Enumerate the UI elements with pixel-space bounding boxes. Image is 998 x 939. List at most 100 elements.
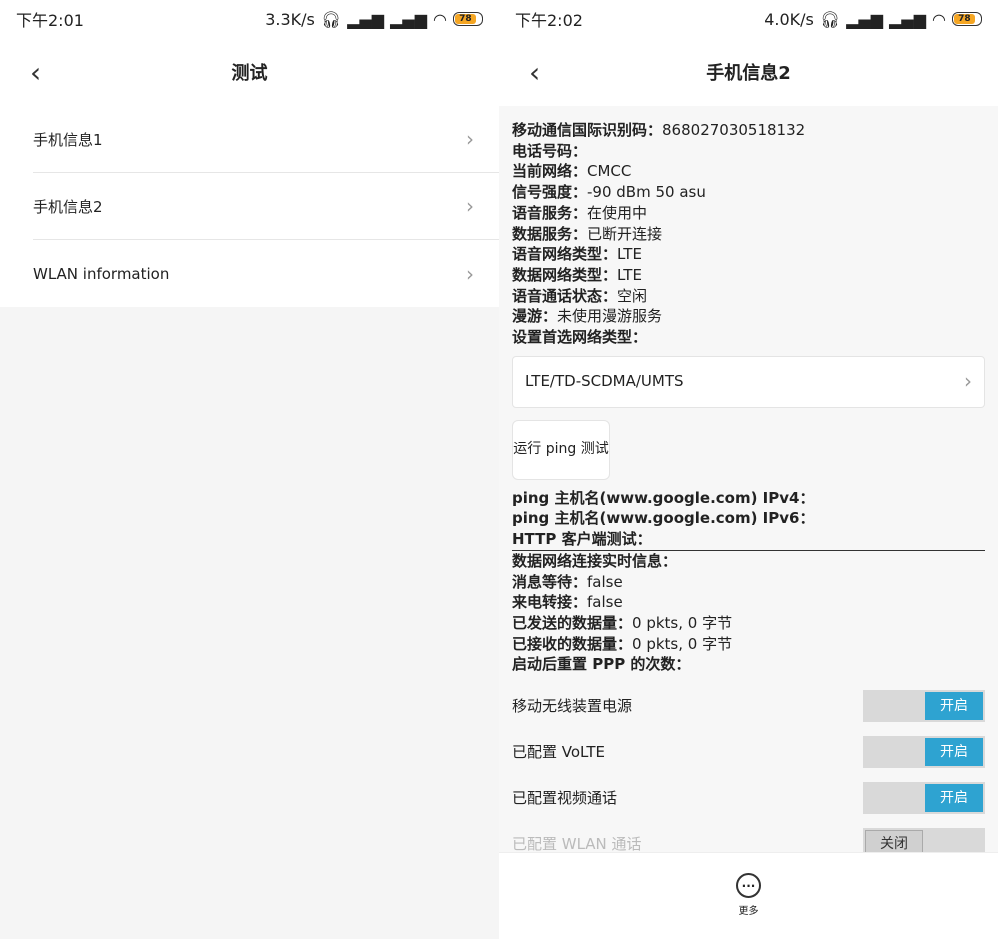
info-value: CMCC: [587, 162, 632, 181]
signal-icon: ▂▄▆: [846, 9, 884, 29]
info-row: 语音服务：在使用中: [512, 203, 985, 224]
info-value: 在使用中: [587, 203, 648, 222]
info-label: HTTP 客户端测试：: [512, 530, 652, 549]
info-row: 语音通话状态：空闲: [512, 286, 985, 307]
info-label: 数据服务：: [512, 224, 588, 243]
info-value: 已断开连接: [587, 224, 663, 243]
headphone-icon: 🎧︎: [320, 9, 342, 29]
chevron-right-icon: ›: [466, 261, 474, 286]
info-label: 语音网络类型：: [512, 245, 618, 264]
chevron-right-icon: ›: [466, 194, 474, 218]
more-icon[interactable]: ···: [736, 873, 761, 898]
network-type-select[interactable]: LTE/TD-SCDMA/UMTS ›: [512, 355, 985, 408]
info-label: 消息等待：: [512, 572, 588, 591]
info-row: ping 主机名(www.google.com) IPv4：: [512, 488, 985, 509]
bottom-bar: ··· 更多: [499, 852, 998, 939]
network-speed: 4.0K/s: [764, 9, 814, 29]
status-bar: 下午2:02 4.0K/s 🎧︎ ▂▄▆ ▂▄▆ ◠ 78: [499, 0, 998, 38]
info-row: 设置首选网络类型：: [512, 327, 985, 348]
right-screen: 下午2:02 4.0K/s 🎧︎ ▂▄▆ ▂▄▆ ◠ 78 ‹ 手机信息2 移动通信国际识…: [499, 0, 998, 939]
toggle-row: 已配置视频通话 开启: [512, 775, 985, 821]
header: ‹ 测试: [0, 38, 499, 106]
signal-icon: ▂▄▆: [889, 9, 927, 29]
info-label: 已发送的数据量：: [512, 613, 633, 632]
info-value: false: [587, 572, 623, 591]
chevron-right-icon: ›: [466, 127, 474, 151]
info-label: 已接收的数据量：: [512, 634, 633, 653]
signal-icon: ▂▄▆: [390, 9, 428, 29]
info-row: 语音网络类型：LTE: [512, 244, 985, 265]
info-row: 当前网络：CMCC: [512, 161, 985, 182]
info-label: 电话号码：: [512, 141, 588, 160]
info-row: HTTP 客户端测试：: [512, 529, 985, 550]
info-value: 0 pkts, 0 字节: [632, 634, 733, 653]
info-value: LTE: [617, 265, 642, 284]
page-title: 测试: [231, 63, 268, 84]
info-label: 语音服务：: [512, 203, 588, 222]
info-row: ping 主机名(www.google.com) IPv6：: [512, 508, 985, 529]
info-value: -90 dBm 50 asu: [587, 183, 706, 202]
info-value: false: [587, 593, 623, 612]
list-item[interactable]: WLAN information ›: [33, 240, 499, 307]
wifi-icon: ◠: [433, 9, 447, 29]
info-label: 启动后重置 PPP 的次数：: [512, 655, 691, 674]
info-label: 信号强度：: [512, 183, 588, 202]
headphone-icon: 🎧︎: [819, 9, 841, 29]
status-bar: 下午2:01 3.3K/s 🎧︎ ▂▄▆ ▂▄▆ ◠ 78: [0, 0, 499, 38]
toggle-label: 已配置视频通话: [512, 788, 618, 807]
battery-icon: 78: [952, 12, 982, 26]
info-value: 空闲: [617, 286, 648, 305]
signal-icon: ▂▄▆: [347, 9, 385, 29]
toggle-switch[interactable]: 开启: [863, 736, 985, 769]
info-label: 数据网络连接实时信息：: [512, 551, 678, 570]
info-label: 来电转接：: [512, 593, 588, 612]
back-icon[interactable]: ‹: [529, 56, 540, 89]
time: 下午2:02: [515, 11, 583, 30]
time: 下午2:01: [16, 11, 84, 30]
info-label: 当前网络：: [512, 162, 588, 181]
left-screen: 下午2:01 3.3K/s 🎧︎ ▂▄▆ ▂▄▆ ◠ 78 ‹ 测试 手机信息1 › 手机信…: [0, 0, 499, 939]
info-row: 信号强度：-90 dBm 50 asu: [512, 182, 985, 203]
info-row: 数据网络连接实时信息：: [512, 551, 985, 572]
info-label: 数据网络类型：: [512, 265, 618, 284]
more-label[interactable]: 更多: [739, 902, 759, 917]
battery-icon: 78: [453, 12, 483, 26]
toggle-switch[interactable]: 开启: [863, 690, 985, 723]
info-value: 868027030518132: [662, 121, 806, 139]
info-panel: 移动通信国际识别码：868027030518132 电话号码： 当前网络：CMCC 信…: [499, 106, 998, 867]
page-title: 手机信息2: [706, 63, 791, 84]
toggle-label: 已配置 VoLTE: [512, 742, 605, 761]
info-label: 漫游：: [512, 307, 558, 326]
back-icon[interactable]: ‹: [30, 56, 41, 89]
info-value: LTE: [617, 245, 642, 264]
ping-button[interactable]: 运行 ping 测试: [512, 419, 610, 480]
info-label: ping 主机名(www.google.com) IPv4：: [512, 488, 815, 507]
info-row: 移动通信国际识别码：868027030518132: [512, 120, 985, 141]
info-row: 数据服务：已断开连接: [512, 224, 985, 245]
list-item[interactable]: 手机信息1 ›: [33, 106, 499, 173]
list-item[interactable]: 手机信息2 ›: [33, 173, 499, 240]
info-value: 0 pkts, 0 字节: [632, 613, 733, 632]
info-row: 已接收的数据量：0 pkts, 0 字节: [512, 634, 985, 655]
menu-list: 手机信息1 › 手机信息2 › WLAN information ›: [0, 106, 499, 307]
network-speed: 3.3K/s: [265, 9, 315, 29]
info-row: 启动后重置 PPP 的次数：: [512, 654, 985, 675]
info-row: 数据网络类型：LTE: [512, 265, 985, 286]
toggle-row: 已配置 VoLTE 开启: [512, 729, 985, 775]
toggle-label: 移动无线装置电源: [512, 696, 633, 715]
info-row: 来电转接：false: [512, 592, 985, 613]
info-row: 消息等待：false: [512, 572, 985, 593]
info-row: 已发送的数据量：0 pkts, 0 字节: [512, 613, 985, 634]
info-value: 未使用漫游服务: [557, 307, 663, 326]
info-label: 移动通信国际识别码：: [512, 121, 663, 139]
info-row: 电话号码：: [512, 141, 985, 162]
wifi-icon: ◠: [932, 9, 946, 29]
info-label: ping 主机名(www.google.com) IPv6：: [512, 509, 815, 528]
info-label: 设置首选网络类型：: [512, 328, 648, 347]
info-row: 漫游：未使用漫游服务: [512, 306, 985, 327]
header: ‹ 手机信息2: [499, 38, 998, 106]
toggle-switch[interactable]: 开启: [863, 782, 985, 815]
info-label: 语音通话状态：: [512, 286, 618, 305]
chevron-right-icon: ›: [964, 369, 972, 394]
toggle-row: 移动无线装置电源 开启: [512, 683, 985, 729]
